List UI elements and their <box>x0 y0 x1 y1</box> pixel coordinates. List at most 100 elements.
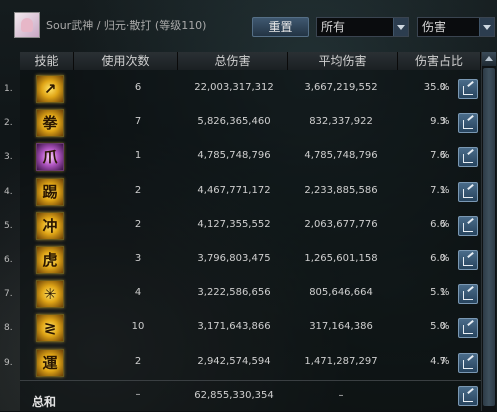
export-button[interactable] <box>458 318 478 339</box>
use-count: 7 <box>134 116 142 128</box>
average-damage: 2,063,677,776 <box>304 218 378 230</box>
percent-sign: % <box>440 82 450 93</box>
table-row[interactable]: 6. 虎 3 3,796,803,475 1,265,601,158 6.0% <box>4 243 493 277</box>
row-number: 2. <box>4 118 13 129</box>
average-damage: 4,785,748,796 <box>304 150 378 162</box>
metric-select-value: 伤害 <box>422 20 447 34</box>
scrollbar[interactable] <box>481 52 496 411</box>
table-row[interactable]: 5. 冲 2 4,127,355,552 2,063,677,776 6.6% <box>4 209 493 243</box>
table-row[interactable]: 2. 拳 7 5,826,365,460 832,337,922 9.3% <box>4 106 493 140</box>
use-count: 10 <box>131 321 145 333</box>
total-damage: 22,003,317,312 <box>194 82 274 93</box>
average-damage: 2,233,885,586 <box>304 184 378 196</box>
percent-sign: % <box>440 321 450 333</box>
table-row[interactable]: 4. 踢 2 4,467,771,172 2,233,885,586 7.1% <box>4 175 493 209</box>
export-total-button[interactable] <box>458 386 478 406</box>
total-damage: 3,796,803,475 <box>197 253 271 264</box>
tiger-skill-icon[interactable]: 虎 <box>36 246 64 274</box>
damage-share: 6.6 <box>430 218 446 230</box>
use-count: 2 <box>134 184 142 196</box>
use-count: 2 <box>134 355 142 367</box>
damage-share: 6.0 <box>430 253 446 264</box>
column-skill[interactable]: 技能 <box>20 52 74 70</box>
row-number: 4. <box>4 186 13 197</box>
export-button[interactable] <box>458 215 478 236</box>
row-number: 1. <box>4 84 13 94</box>
fortune-skill-icon[interactable]: 運 <box>36 348 64 377</box>
use-count: 1 <box>134 150 142 162</box>
filter-select-value: 所有 <box>321 20 346 34</box>
slash-skill-icon[interactable]: ↗ <box>36 75 64 103</box>
scroll-thumb[interactable] <box>483 68 495 406</box>
export-button[interactable] <box>458 181 478 202</box>
scroll-up-button[interactable] <box>482 52 496 66</box>
total-row: 总和 – 62,855,330,354 – <box>20 380 493 412</box>
character-title: Sour武神 / 归元·散打 (等级110) <box>46 19 207 32</box>
percent-sign: % <box>440 355 450 367</box>
average-damage: 832,337,922 <box>309 116 373 128</box>
column-average-damage[interactable]: 平均伤害 <box>288 52 398 70</box>
kick-skill-icon[interactable]: 踢 <box>36 177 64 206</box>
column-use-count[interactable]: 使用次数 <box>74 52 178 70</box>
export-button[interactable] <box>458 284 478 305</box>
damage-share: 4.7 <box>430 355 446 367</box>
column-total-damage[interactable]: 总伤害 <box>178 52 288 70</box>
export-icon <box>463 154 473 164</box>
total-label: 总和 <box>32 395 57 409</box>
metric-select[interactable]: 伤害 <box>417 17 495 37</box>
filter-select[interactable]: 所有 <box>316 17 409 37</box>
chevron-down-icon <box>479 18 494 36</box>
table-header: 技能 使用次数 总伤害 平均伤害 伤害占比 <box>20 52 493 70</box>
average-damage: 1,471,287,297 <box>304 355 378 367</box>
dash-skill-icon[interactable]: 冲 <box>36 211 64 240</box>
burst-skill-icon[interactable]: ✳ <box>36 280 64 309</box>
use-count: 6 <box>134 82 142 93</box>
average-damage: 3,667,219,552 <box>304 82 378 93</box>
export-button[interactable] <box>458 79 478 99</box>
fist-skill-icon[interactable]: 拳 <box>36 109 64 138</box>
table-row[interactable]: 8. ≷ 10 3,171,643,866 317,164,386 5.0% <box>4 311 493 345</box>
export-button[interactable] <box>458 147 478 168</box>
total-damage: 4,127,355,552 <box>197 218 271 230</box>
column-damage-share[interactable]: 伤害占比 <box>398 52 481 70</box>
damage-table: 技能 使用次数 总伤害 平均伤害 伤害占比 1. ↗ 6 22,003,317,312… <box>4 52 493 412</box>
row-number: 3. <box>4 152 13 163</box>
header: Sour武神 / 归元·散打 (等级110) 重置 所有 伤害 <box>0 0 497 46</box>
percent-sign: % <box>440 116 450 128</box>
export-button[interactable] <box>458 250 478 270</box>
total-damage: 4,467,771,172 <box>197 184 271 196</box>
average-damage: 1,265,601,158 <box>304 253 378 264</box>
percent-sign: % <box>440 218 450 230</box>
total-damage: 4,785,748,796 <box>197 150 271 162</box>
table-row[interactable]: 9. 運 2 2,942,574,594 1,471,287,297 4.7% <box>4 346 493 380</box>
table-row[interactable]: 1. ↗ 6 22,003,317,312 3,667,219,552 35.0% <box>4 72 493 106</box>
percent-sign: % <box>440 287 450 299</box>
damage-share: 9.3 <box>430 116 446 128</box>
export-icon <box>463 325 473 335</box>
damage-share: 35.0 <box>423 82 446 93</box>
use-count: 3 <box>134 253 142 264</box>
wave-skill-icon[interactable]: ≷ <box>36 314 64 343</box>
export-icon <box>463 291 473 301</box>
chevron-down-icon <box>393 18 408 36</box>
table-row[interactable]: 3. 爪 1 4,785,748,796 4,785,748,796 7.6% <box>4 140 493 174</box>
export-button[interactable] <box>458 352 478 373</box>
damage-share: 5.0 <box>430 321 446 333</box>
damage-share: 5.1 <box>430 287 446 299</box>
row-number: 9. <box>4 357 13 368</box>
total-damage: 2,942,574,594 <box>197 355 271 367</box>
avatar[interactable] <box>14 12 40 38</box>
percent-sign: % <box>440 184 450 196</box>
purple-strike-skill-icon[interactable]: 爪 <box>36 143 64 172</box>
row-number: 7. <box>4 289 13 300</box>
use-count: 2 <box>134 218 142 230</box>
row-number: 8. <box>4 323 13 334</box>
damage-share: 7.1 <box>430 184 446 196</box>
reset-button[interactable]: 重置 <box>252 17 309 37</box>
total-damage: 5,826,365,460 <box>197 116 271 128</box>
row-number: 5. <box>4 220 13 231</box>
table-row[interactable]: 7. ✳ 4 3,222,586,656 805,646,664 5.1% <box>4 277 493 311</box>
row-number: 6. <box>4 255 13 265</box>
use-count: 4 <box>134 287 142 299</box>
export-button[interactable] <box>458 113 478 134</box>
